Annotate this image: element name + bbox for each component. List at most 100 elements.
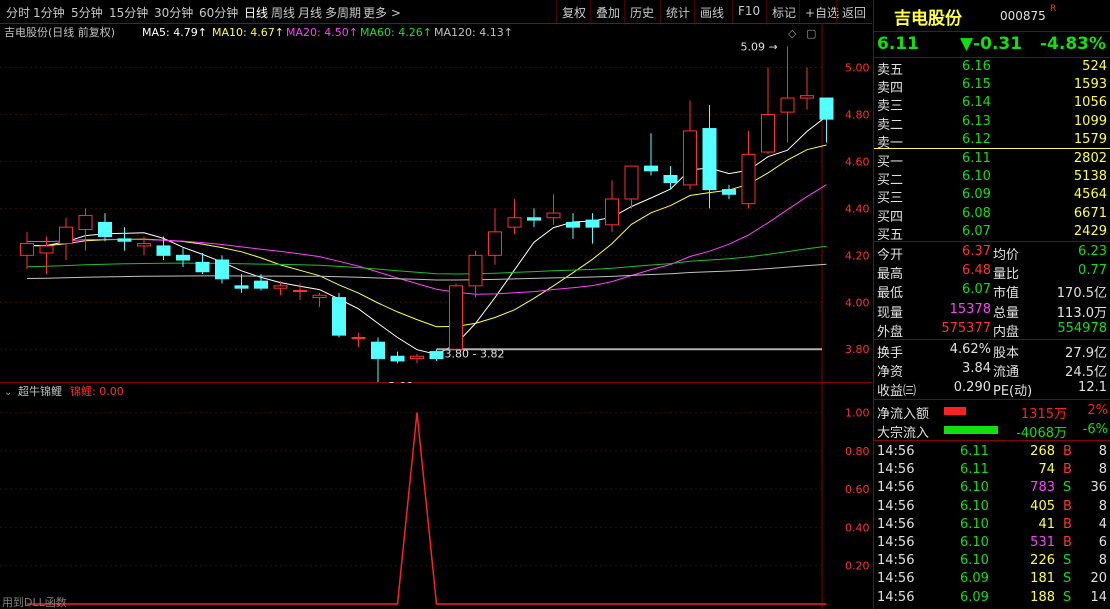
candle-body[interactable] bbox=[546, 212, 561, 219]
bid-label: 买五 bbox=[877, 227, 904, 243]
candle-body[interactable] bbox=[624, 165, 639, 200]
toolbar-separator bbox=[590, 0, 591, 23]
candle-body[interactable] bbox=[78, 214, 93, 230]
candle-body[interactable] bbox=[20, 243, 34, 256]
period-tab-10[interactable]: 更多 > bbox=[363, 4, 401, 21]
period-tab-1[interactable]: 1分钟 bbox=[33, 4, 65, 21]
period-tab-0[interactable]: 分时 bbox=[6, 4, 30, 21]
y-tick-label: 5.00 bbox=[845, 62, 870, 75]
stat-label: 内盘 bbox=[993, 324, 1020, 340]
range-annotation: 3.80 - 3.82 bbox=[445, 348, 505, 361]
frame-icon[interactable]: ▢ bbox=[806, 27, 816, 40]
candle-body[interactable] bbox=[410, 355, 424, 360]
candle-body[interactable] bbox=[59, 226, 73, 245]
candlestick-chart[interactable]: 5.00 4.80 4.60 4.40 4.20 4.00 3.80 吉电股份(日线 前复权)… bbox=[0, 23, 872, 383]
candle-body[interactable] bbox=[566, 221, 580, 228]
candle-body[interactable] bbox=[195, 261, 210, 273]
candle-body[interactable] bbox=[722, 189, 736, 195]
chart-area: 5.00 4.80 4.60 4.40 4.20 4.00 3.80 吉电股份(日线 前复权)… bbox=[0, 23, 872, 609]
candle-body[interactable] bbox=[390, 355, 405, 362]
fund-value: 27.9亿 bbox=[1065, 346, 1107, 361]
collapse-icon[interactable]: ⌄ bbox=[4, 387, 12, 398]
toolbar-action-2[interactable]: 历史 bbox=[630, 4, 654, 21]
candle-body[interactable] bbox=[371, 341, 385, 360]
tick-price: 6.09 bbox=[960, 589, 989, 605]
candle-body[interactable] bbox=[605, 198, 619, 226]
stock-code: 000875 bbox=[1000, 9, 1046, 23]
candle-body[interactable] bbox=[683, 130, 697, 186]
toolbar-action-1[interactable]: 叠加 bbox=[596, 4, 620, 21]
candle-body[interactable] bbox=[761, 113, 775, 153]
tick-count: 6 bbox=[1098, 535, 1107, 550]
quote-panel: 吉电股份 000875 R 6.11 ▼-0.31 -4.83% 卖五 6.16 524 卖四 6.… bbox=[873, 0, 1110, 609]
bid-row-2[interactable]: 买三 6.09 4564 bbox=[874, 186, 1110, 206]
fund-label: 净资 bbox=[877, 365, 904, 380]
ask-row-4[interactable]: 卖一 6.12 1579 bbox=[874, 131, 1110, 151]
pct-change: -4.83% bbox=[1040, 34, 1107, 54]
candle-body[interactable] bbox=[585, 219, 600, 228]
toolbar-action-7[interactable]: +自选 bbox=[805, 4, 839, 21]
candle-body[interactable] bbox=[293, 290, 307, 293]
period-tab-9[interactable]: 多周期 bbox=[325, 4, 361, 21]
period-tab-7[interactable]: 周线 bbox=[271, 4, 295, 21]
period-tab-4[interactable]: 30分钟 bbox=[154, 4, 193, 21]
bid-row-4[interactable]: 买五 6.07 2429 bbox=[874, 223, 1110, 243]
candle-body[interactable] bbox=[741, 153, 756, 205]
candle-body[interactable] bbox=[215, 259, 229, 280]
ask-label: 卖三 bbox=[877, 99, 904, 115]
candle-body[interactable] bbox=[137, 243, 151, 247]
tick-price: 6.10 bbox=[960, 498, 989, 514]
candle-body[interactable] bbox=[234, 285, 249, 289]
diamond-icon[interactable]: ◇ bbox=[788, 27, 797, 40]
ask-row-1[interactable]: 卖四 6.15 1593 bbox=[874, 76, 1110, 96]
candle-body[interactable] bbox=[254, 280, 268, 289]
tick-time: 14:56 bbox=[877, 571, 915, 587]
tick-time: 14:56 bbox=[877, 589, 915, 605]
candle-body[interactable] bbox=[117, 238, 132, 242]
period-tab-6[interactable]: 日线 bbox=[244, 4, 268, 21]
tick-time: 14:56 bbox=[877, 553, 915, 569]
candle-body[interactable] bbox=[780, 97, 795, 113]
candle-body[interactable] bbox=[332, 297, 346, 336]
period-tab-3[interactable]: 15分钟 bbox=[109, 4, 148, 21]
bid-row-0[interactable]: 买一 6.11 2802 bbox=[874, 150, 1110, 170]
candle-body[interactable] bbox=[449, 285, 463, 350]
candle-body[interactable] bbox=[176, 254, 190, 261]
ask-row-3[interactable]: 卖二 6.13 1099 bbox=[874, 113, 1110, 133]
indicator-chart[interactable]: 1.00 0.80 0.60 0.40 0.20 ⌄ 超牛锦鲤 锦鲤: 0.00 用到DLL函数 bbox=[0, 383, 872, 609]
tick-volume: 226 bbox=[1030, 553, 1055, 569]
candle-body[interactable] bbox=[800, 95, 814, 99]
toolbar-action-3[interactable]: 统计 bbox=[666, 4, 690, 21]
candle-body[interactable] bbox=[351, 336, 366, 339]
tick-row-8: 14:56 6.09 188 S 14 bbox=[874, 589, 1110, 607]
candle-body[interactable] bbox=[819, 97, 834, 120]
toolbar-action-4[interactable]: 画线 bbox=[700, 4, 724, 21]
toolbar-action-0[interactable]: 复权 bbox=[562, 4, 586, 21]
bid-row-3[interactable]: 买四 6.08 6671 bbox=[874, 205, 1110, 225]
candle-body[interactable] bbox=[429, 351, 444, 360]
ask-price: 6.13 bbox=[962, 113, 991, 129]
toolbar-action-8[interactable]: 返回 bbox=[842, 4, 866, 21]
period-tab-5[interactable]: 60分钟 bbox=[199, 4, 238, 21]
candle-body[interactable] bbox=[663, 175, 678, 184]
candle-body[interactable] bbox=[468, 254, 483, 287]
tick-side: B bbox=[1063, 444, 1072, 459]
candle-body[interactable] bbox=[644, 165, 658, 172]
candle-body[interactable] bbox=[507, 217, 522, 228]
toolbar-action-6[interactable]: 标记 bbox=[772, 4, 796, 21]
candle-body[interactable] bbox=[39, 245, 54, 254]
period-tab-8[interactable]: 月线 bbox=[298, 4, 322, 21]
candle-body[interactable] bbox=[312, 294, 327, 299]
toolbar-action-5[interactable]: F10 bbox=[738, 4, 760, 18]
candle-body[interactable] bbox=[488, 231, 502, 256]
candle-body[interactable] bbox=[98, 221, 112, 238]
candle-body[interactable] bbox=[156, 245, 171, 256]
candle-body[interactable] bbox=[527, 217, 541, 221]
candle-body[interactable] bbox=[273, 285, 288, 289]
ask-row-0[interactable]: 卖五 6.16 524 bbox=[874, 58, 1110, 78]
period-tab-2[interactable]: 5分钟 bbox=[71, 4, 103, 21]
bid-row-1[interactable]: 买二 6.10 5138 bbox=[874, 168, 1110, 188]
divider bbox=[874, 241, 1110, 242]
candle-body[interactable] bbox=[702, 128, 717, 191]
ask-row-2[interactable]: 卖三 6.14 1056 bbox=[874, 94, 1110, 115]
